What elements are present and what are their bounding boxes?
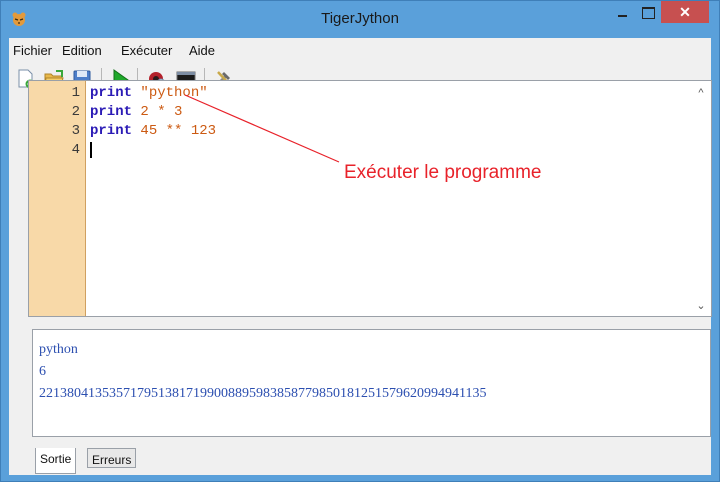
scroll-up-icon[interactable]: ^ — [695, 87, 707, 99]
keyword-print: print — [90, 104, 133, 120]
line-number: 3 — [71, 123, 80, 139]
keyword-print: print — [90, 123, 133, 139]
output-line: 6 — [39, 364, 46, 379]
tab-erreurs[interactable]: Erreurs — [87, 448, 137, 468]
title-bar[interactable]: TigerJython ✕ — [1, 1, 719, 38]
code-args: 45 ** 123 — [132, 123, 217, 139]
code-editor[interactable]: 1 2 3 4 print "python" print 2 * 3 print… — [28, 80, 712, 317]
tab-sortie[interactable]: Sortie — [35, 448, 77, 474]
close-button[interactable]: ✕ — [661, 1, 709, 23]
text-caret — [90, 142, 92, 158]
menu-edition[interactable]: Edition — [62, 43, 102, 58]
code-line[interactable]: print 2 * 3 — [90, 104, 182, 120]
line-number: 1 — [71, 85, 80, 101]
keyword-print: print — [90, 85, 133, 101]
line-number: 2 — [71, 104, 80, 120]
output-line: 2213804135357179513817199008895983858779… — [39, 386, 487, 401]
line-number-gutter: 1 2 3 4 — [29, 81, 86, 316]
close-icon: ✕ — [679, 4, 691, 20]
minimize-icon — [618, 15, 627, 17]
line-number: 4 — [71, 142, 80, 158]
code-line[interactable]: print "python" — [90, 85, 208, 101]
app-window: TigerJython ✕ Fichier Edition Exécuter A… — [0, 0, 720, 482]
annotation-label: Exécuter le programme — [344, 162, 542, 183]
menu-executer[interactable]: Exécuter — [121, 43, 172, 58]
menu-bar: Fichier Edition Exécuter Aide — [9, 38, 711, 62]
minimize-button[interactable] — [611, 3, 635, 25]
code-args: 2 * 3 — [132, 104, 183, 120]
maximize-button[interactable] — [635, 1, 661, 23]
code-args: "python" — [132, 85, 208, 101]
menu-fichier[interactable]: Fichier — [13, 43, 52, 58]
scroll-down-icon[interactable]: ⌄ — [695, 299, 707, 312]
output-panel[interactable]: python 6 2213804135357179513817199008895… — [32, 329, 711, 437]
menu-aide[interactable]: Aide — [189, 43, 215, 58]
code-line[interactable]: print 45 ** 123 — [90, 123, 216, 139]
maximize-icon — [642, 7, 655, 19]
output-line: python — [39, 342, 78, 357]
